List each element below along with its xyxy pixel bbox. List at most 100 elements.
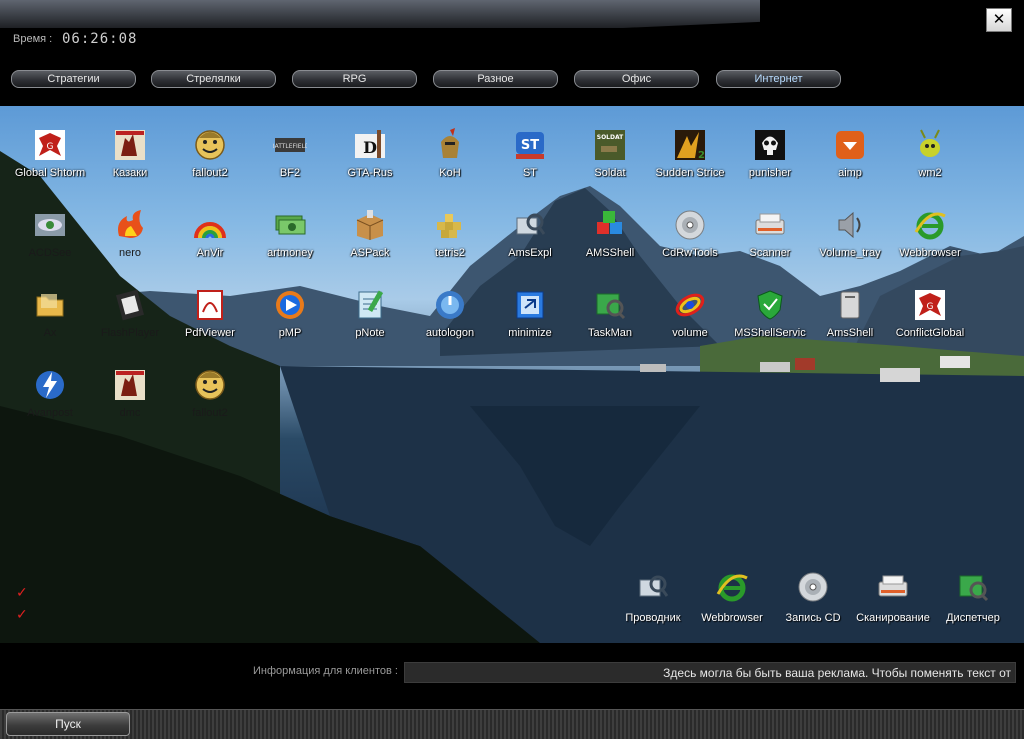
desktop-icon-label: punisher [748,167,792,179]
desktop-icon[interactable]: SOLDAT Soldat [570,106,650,179]
desktop-icon[interactable]: volume [650,266,730,339]
svg-text:SOLDAT: SOLDAT [597,134,624,141]
desktop-icon[interactable]: aimp [810,106,890,179]
desktop-icon[interactable]: Volume_tray [810,186,890,259]
desktop-icon-label: fallout2 [192,407,228,419]
quick-launch-item[interactable]: Сканирование [853,570,933,630]
volume-ring-icon [673,288,707,322]
desktop-icon-label: minimize [508,327,552,339]
desktop-icon-label: pMP [278,327,302,339]
desktop-icon[interactable]: MSShellServic [730,266,810,339]
clock-display: 06:26:08 [62,31,138,47]
svg-text:ST: ST [521,138,539,153]
desktop-icon[interactable]: Ax [10,266,90,339]
desktop-icon[interactable]: G ConflictGlobal [890,266,970,339]
title-bar [0,0,1024,28]
desktop-icon-label: volume [672,327,708,339]
close-button[interactable]: ✕ [986,8,1012,32]
desktop-icon-label: ConflictGlobal [895,327,965,339]
desktop-icon[interactable]: pMP [250,266,330,339]
desktop-icon-label: Webbrowser [899,247,961,259]
desktop-icon[interactable]: Казаки [90,106,170,179]
category-tabs: Стратегии Стрелялки RPG Разное Офис Инте… [0,70,1024,90]
quick-launch-label: Сканирование [856,612,930,624]
desktop-icon[interactable]: autologon [410,266,490,339]
desktop-icon[interactable]: fallout2 [170,106,250,179]
desktop-icon-label: Sudden Strice [655,167,725,179]
desktop-icon-label: MSShellServic [734,327,806,339]
svg-text:G: G [47,142,54,152]
quick-launch-item[interactable]: Проводник [613,570,693,630]
desktop-icon-label: wm2 [918,167,942,179]
desktop-icon-label: tetris2 [435,247,465,259]
desktop-icon-label: ASPack [350,247,390,259]
desktop-icon[interactable]: ST ST [490,106,570,179]
desktop-icon[interactable]: AmsShell [810,266,890,339]
quick-launch-item[interactable]: Диспетчер [933,570,1013,630]
quick-launch-label: Webbrowser [701,612,763,624]
desktop-icon-label: ACDSee [28,247,72,259]
desktop-area: GGlobal ShtormКазакиfallout2BATTLEFIELDB… [0,106,1024,643]
desktop-icon-label: AmsExpl [508,247,552,259]
desktop-icon[interactable]: PdfViewer [170,266,250,339]
desktop-icon[interactable]: G Global Shtorm [10,106,90,179]
tab-strategies[interactable]: Стратегии [11,70,136,88]
global-shtorm-icon: G [33,128,67,162]
task-manager-icon [593,288,627,322]
desktop-icon[interactable]: Scanner [730,186,810,259]
tab-office[interactable]: Офис [574,70,699,88]
tab-rpg[interactable]: RPG [292,70,417,88]
desktop-icon[interactable]: KoH [410,106,490,179]
tab-misc[interactable]: Разное [433,70,558,88]
nero-flame-icon [113,208,147,242]
start-button[interactable]: Пуск [6,712,130,736]
desktop-icon-label: PdfViewer [185,327,235,339]
ie-icon [715,570,749,604]
desktop-icon[interactable]: FlashPlayer [90,266,170,339]
desktop-icon-label: BF2 [279,167,301,179]
svg-text:D: D [363,138,377,157]
desktop-icon[interactable]: punisher [730,106,810,179]
client-info-label: Информация для клиентов : [253,665,398,677]
desktop-icon-label: Avanpost [27,407,73,419]
desktop-icon[interactable]: tetris2 [410,186,490,259]
title-bar-highlight [0,0,760,28]
desktop-icon-label: Казаки [112,167,148,179]
desktop-icon[interactable]: Webbrowser [890,186,970,259]
quick-launch-item[interactable]: Webbrowser [692,570,772,630]
desktop-icon-label: Scanner [749,247,791,259]
desktop-icon[interactable]: pNote [330,266,410,339]
gta-icon: D [353,128,387,162]
desktop-icon-label: artmoney [267,247,313,259]
tab-shooters[interactable]: Стрелялки [151,70,276,88]
desktop-icon-label: FlashPlayer [100,327,160,339]
desktop-icon[interactable]: nero [90,186,170,259]
desktop-icon[interactable]: AMSShell [570,186,650,259]
desktop-icon[interactable]: AmsExpl [490,186,570,259]
desktop-icon[interactable]: artmoney [250,186,330,259]
desktop-icon-label: autologon [425,327,475,339]
desktop-icon[interactable]: CdRwTools [650,186,730,259]
desktop-icon[interactable]: dmc [90,346,170,419]
desktop-icon[interactable]: minimize [490,266,570,339]
eye-icon [33,208,67,242]
checkmark-icon: ✓ [16,584,28,600]
desktop-icon[interactable]: fallout2 [170,346,250,419]
soldat-icon: SOLDAT [593,128,627,162]
desktop-icon-label: Global Shtorm [14,167,86,179]
quick-launch-item[interactable]: Запись CD [773,570,853,630]
desktop-icon[interactable]: 2 Sudden Strice [650,106,730,179]
desktop-icon[interactable]: wm2 [890,106,970,179]
desktop-icon[interactable]: Avanpost [10,346,90,419]
knight-helmet-icon [433,128,467,162]
desktop-icon[interactable]: TaskMan [570,266,650,339]
desktop-icon[interactable]: BATTLEFIELD BF2 [250,106,330,179]
desktop-icon[interactable]: ACDSee [10,186,90,259]
minimize-window-icon [513,288,547,322]
desktop-icon-label: pNote [355,327,385,339]
desktop-icon[interactable]: ASPack [330,186,410,259]
desktop-icon[interactable]: AnVir [170,186,250,259]
desktop-icon[interactable]: D GTA-Rus [330,106,410,179]
tab-internet[interactable]: Интернет [716,70,841,88]
media-player-icon [273,288,307,322]
